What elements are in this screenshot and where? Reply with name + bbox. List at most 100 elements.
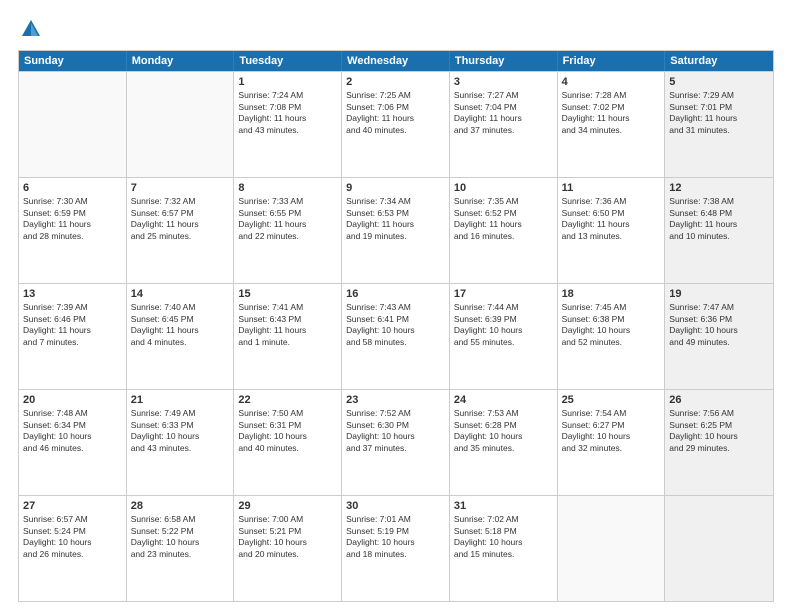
day-number: 3 bbox=[454, 75, 553, 89]
day-cell-25: 25Sunrise: 7:54 AM Sunset: 6:27 PM Dayli… bbox=[558, 390, 666, 495]
week-row-0: 1Sunrise: 7:24 AM Sunset: 7:08 PM Daylig… bbox=[19, 71, 773, 177]
day-info: Sunrise: 7:29 AM Sunset: 7:01 PM Dayligh… bbox=[669, 90, 769, 136]
day-info: Sunrise: 7:49 AM Sunset: 6:33 PM Dayligh… bbox=[131, 408, 230, 454]
day-number: 1 bbox=[238, 75, 337, 89]
day-cell-29: 29Sunrise: 7:00 AM Sunset: 5:21 PM Dayli… bbox=[234, 496, 342, 601]
day-cell-1: 1Sunrise: 7:24 AM Sunset: 7:08 PM Daylig… bbox=[234, 72, 342, 177]
logo bbox=[18, 18, 42, 40]
day-number: 18 bbox=[562, 287, 661, 301]
week-row-3: 20Sunrise: 7:48 AM Sunset: 6:34 PM Dayli… bbox=[19, 389, 773, 495]
day-number: 11 bbox=[562, 181, 661, 195]
day-cell-31: 31Sunrise: 7:02 AM Sunset: 5:18 PM Dayli… bbox=[450, 496, 558, 601]
day-info: Sunrise: 7:43 AM Sunset: 6:41 PM Dayligh… bbox=[346, 302, 445, 348]
day-cell-27: 27Sunrise: 6:57 AM Sunset: 5:24 PM Dayli… bbox=[19, 496, 127, 601]
day-number: 7 bbox=[131, 181, 230, 195]
day-info: Sunrise: 7:45 AM Sunset: 6:38 PM Dayligh… bbox=[562, 302, 661, 348]
day-info: Sunrise: 7:44 AM Sunset: 6:39 PM Dayligh… bbox=[454, 302, 553, 348]
week-row-4: 27Sunrise: 6:57 AM Sunset: 5:24 PM Dayli… bbox=[19, 495, 773, 601]
day-number: 15 bbox=[238, 287, 337, 301]
day-cell-7: 7Sunrise: 7:32 AM Sunset: 6:57 PM Daylig… bbox=[127, 178, 235, 283]
day-number: 4 bbox=[562, 75, 661, 89]
day-cell-30: 30Sunrise: 7:01 AM Sunset: 5:19 PM Dayli… bbox=[342, 496, 450, 601]
day-cell-21: 21Sunrise: 7:49 AM Sunset: 6:33 PM Dayli… bbox=[127, 390, 235, 495]
day-number: 2 bbox=[346, 75, 445, 89]
day-info: Sunrise: 7:35 AM Sunset: 6:52 PM Dayligh… bbox=[454, 196, 553, 242]
day-info: Sunrise: 7:02 AM Sunset: 5:18 PM Dayligh… bbox=[454, 514, 553, 560]
day-cell-2: 2Sunrise: 7:25 AM Sunset: 7:06 PM Daylig… bbox=[342, 72, 450, 177]
day-number: 31 bbox=[454, 499, 553, 513]
calendar: SundayMondayTuesdayWednesdayThursdayFrid… bbox=[18, 50, 774, 602]
day-cell-14: 14Sunrise: 7:40 AM Sunset: 6:45 PM Dayli… bbox=[127, 284, 235, 389]
day-number: 14 bbox=[131, 287, 230, 301]
day-info: Sunrise: 6:57 AM Sunset: 5:24 PM Dayligh… bbox=[23, 514, 122, 560]
day-info: Sunrise: 7:40 AM Sunset: 6:45 PM Dayligh… bbox=[131, 302, 230, 348]
day-info: Sunrise: 7:01 AM Sunset: 5:19 PM Dayligh… bbox=[346, 514, 445, 560]
day-cell-empty bbox=[558, 496, 666, 601]
col-header-friday: Friday bbox=[558, 51, 666, 71]
day-cell-17: 17Sunrise: 7:44 AM Sunset: 6:39 PM Dayli… bbox=[450, 284, 558, 389]
day-info: Sunrise: 7:48 AM Sunset: 6:34 PM Dayligh… bbox=[23, 408, 122, 454]
day-info: Sunrise: 7:24 AM Sunset: 7:08 PM Dayligh… bbox=[238, 90, 337, 136]
day-cell-26: 26Sunrise: 7:56 AM Sunset: 6:25 PM Dayli… bbox=[665, 390, 773, 495]
day-number: 16 bbox=[346, 287, 445, 301]
day-info: Sunrise: 7:00 AM Sunset: 5:21 PM Dayligh… bbox=[238, 514, 337, 560]
day-cell-18: 18Sunrise: 7:45 AM Sunset: 6:38 PM Dayli… bbox=[558, 284, 666, 389]
day-info: Sunrise: 7:36 AM Sunset: 6:50 PM Dayligh… bbox=[562, 196, 661, 242]
col-header-tuesday: Tuesday bbox=[234, 51, 342, 71]
day-number: 24 bbox=[454, 393, 553, 407]
day-cell-3: 3Sunrise: 7:27 AM Sunset: 7:04 PM Daylig… bbox=[450, 72, 558, 177]
col-header-saturday: Saturday bbox=[665, 51, 773, 71]
day-number: 22 bbox=[238, 393, 337, 407]
day-cell-empty bbox=[19, 72, 127, 177]
calendar-body: 1Sunrise: 7:24 AM Sunset: 7:08 PM Daylig… bbox=[19, 71, 773, 601]
day-info: Sunrise: 7:32 AM Sunset: 6:57 PM Dayligh… bbox=[131, 196, 230, 242]
day-info: Sunrise: 7:41 AM Sunset: 6:43 PM Dayligh… bbox=[238, 302, 337, 348]
day-number: 17 bbox=[454, 287, 553, 301]
day-number: 12 bbox=[669, 181, 769, 195]
day-number: 6 bbox=[23, 181, 122, 195]
day-cell-empty bbox=[127, 72, 235, 177]
week-row-2: 13Sunrise: 7:39 AM Sunset: 6:46 PM Dayli… bbox=[19, 283, 773, 389]
day-info: Sunrise: 7:52 AM Sunset: 6:30 PM Dayligh… bbox=[346, 408, 445, 454]
day-number: 20 bbox=[23, 393, 122, 407]
day-info: Sunrise: 7:30 AM Sunset: 6:59 PM Dayligh… bbox=[23, 196, 122, 242]
col-header-monday: Monday bbox=[127, 51, 235, 71]
day-number: 26 bbox=[669, 393, 769, 407]
day-number: 10 bbox=[454, 181, 553, 195]
day-cell-4: 4Sunrise: 7:28 AM Sunset: 7:02 PM Daylig… bbox=[558, 72, 666, 177]
day-cell-12: 12Sunrise: 7:38 AM Sunset: 6:48 PM Dayli… bbox=[665, 178, 773, 283]
day-info: Sunrise: 7:25 AM Sunset: 7:06 PM Dayligh… bbox=[346, 90, 445, 136]
day-info: Sunrise: 7:34 AM Sunset: 6:53 PM Dayligh… bbox=[346, 196, 445, 242]
day-info: Sunrise: 7:27 AM Sunset: 7:04 PM Dayligh… bbox=[454, 90, 553, 136]
col-header-thursday: Thursday bbox=[450, 51, 558, 71]
day-number: 19 bbox=[669, 287, 769, 301]
day-cell-19: 19Sunrise: 7:47 AM Sunset: 6:36 PM Dayli… bbox=[665, 284, 773, 389]
page: SundayMondayTuesdayWednesdayThursdayFrid… bbox=[0, 0, 792, 612]
day-info: Sunrise: 7:50 AM Sunset: 6:31 PM Dayligh… bbox=[238, 408, 337, 454]
day-number: 30 bbox=[346, 499, 445, 513]
day-cell-11: 11Sunrise: 7:36 AM Sunset: 6:50 PM Dayli… bbox=[558, 178, 666, 283]
day-cell-15: 15Sunrise: 7:41 AM Sunset: 6:43 PM Dayli… bbox=[234, 284, 342, 389]
day-cell-10: 10Sunrise: 7:35 AM Sunset: 6:52 PM Dayli… bbox=[450, 178, 558, 283]
col-header-wednesday: Wednesday bbox=[342, 51, 450, 71]
day-info: Sunrise: 7:39 AM Sunset: 6:46 PM Dayligh… bbox=[23, 302, 122, 348]
day-number: 9 bbox=[346, 181, 445, 195]
calendar-header: SundayMondayTuesdayWednesdayThursdayFrid… bbox=[19, 51, 773, 71]
day-info: Sunrise: 7:28 AM Sunset: 7:02 PM Dayligh… bbox=[562, 90, 661, 136]
day-number: 27 bbox=[23, 499, 122, 513]
logo-text bbox=[18, 18, 44, 40]
day-number: 23 bbox=[346, 393, 445, 407]
day-cell-6: 6Sunrise: 7:30 AM Sunset: 6:59 PM Daylig… bbox=[19, 178, 127, 283]
day-cell-empty bbox=[665, 496, 773, 601]
day-cell-8: 8Sunrise: 7:33 AM Sunset: 6:55 PM Daylig… bbox=[234, 178, 342, 283]
day-cell-16: 16Sunrise: 7:43 AM Sunset: 6:41 PM Dayli… bbox=[342, 284, 450, 389]
day-cell-28: 28Sunrise: 6:58 AM Sunset: 5:22 PM Dayli… bbox=[127, 496, 235, 601]
week-row-1: 6Sunrise: 7:30 AM Sunset: 6:59 PM Daylig… bbox=[19, 177, 773, 283]
day-cell-24: 24Sunrise: 7:53 AM Sunset: 6:28 PM Dayli… bbox=[450, 390, 558, 495]
day-info: Sunrise: 7:54 AM Sunset: 6:27 PM Dayligh… bbox=[562, 408, 661, 454]
day-info: Sunrise: 7:33 AM Sunset: 6:55 PM Dayligh… bbox=[238, 196, 337, 242]
day-cell-9: 9Sunrise: 7:34 AM Sunset: 6:53 PM Daylig… bbox=[342, 178, 450, 283]
day-number: 8 bbox=[238, 181, 337, 195]
day-cell-5: 5Sunrise: 7:29 AM Sunset: 7:01 PM Daylig… bbox=[665, 72, 773, 177]
day-number: 25 bbox=[562, 393, 661, 407]
